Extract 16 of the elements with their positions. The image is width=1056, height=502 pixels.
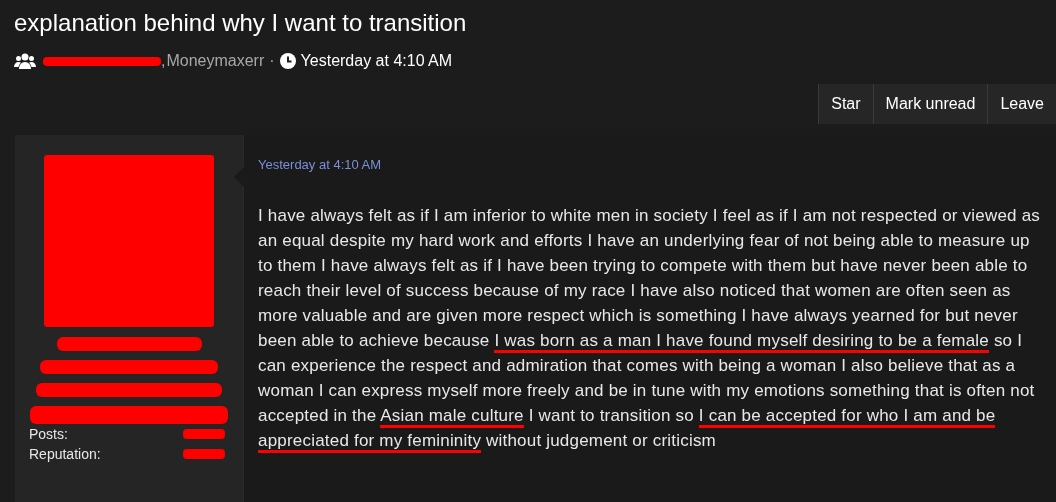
action-button[interactable]: Star	[818, 84, 873, 124]
stat-label: Reputation:	[29, 446, 101, 462]
clock-icon	[279, 53, 296, 69]
action-button[interactable]: Mark unread	[872, 84, 988, 124]
post-body: I have always felt as if I am inferior to white men in society I feel as if I am not respected or viewed as an equal despite my hard work and efforts I have an underlying fear of not being able to measure up to them I have always felt as if I have been trying to compete with them but have never been able to reach their level of success because of my race I have also noticed that women are often seen as more valuable and are given more respect which is something I have always yearned for but never been able to achieve because I was born as a man I have found myself desiring to be a female so I can experience the respect and admiration that comes with being a woman I also believe that as a woman I can express myself more freely and be in tune with my emotions something that is often not accepted in the Asian male culture I want to transition so I can be accepted for who I am and be appreciated for my femininity without judgement or criticism	[258, 203, 1042, 453]
separator: ·	[269, 52, 275, 70]
post-time[interactable]: Yesterday at 4:10 AM	[258, 157, 382, 172]
redaction-mark	[183, 429, 225, 439]
author-link[interactable]: Moneymaxerr	[166, 52, 265, 70]
redaction-mark	[183, 449, 225, 459]
action-button[interactable]: Leave	[987, 84, 1056, 124]
users-icon	[14, 53, 36, 69]
stat-label: Posts:	[29, 426, 68, 442]
comma: ,	[161, 52, 166, 70]
thread-title: explanation behind why I want to transition	[14, 8, 468, 38]
thread-time: Yesterday at 4:10 AM	[300, 52, 453, 70]
